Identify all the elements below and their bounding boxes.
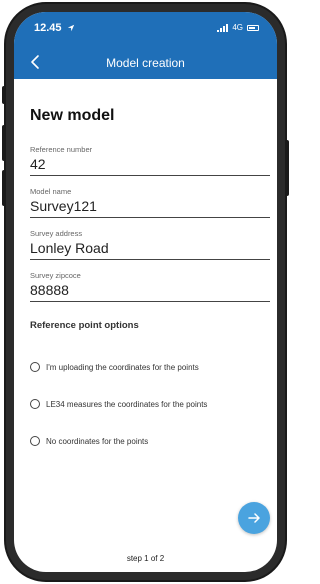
model-name-input[interactable]: Survey121 [30,196,270,218]
survey-address-label: Survey address [30,229,83,238]
battery-icon [247,24,259,31]
survey-address-field[interactable]: Survey address Lonley Road [30,229,270,260]
phone-screen: 12.45 4G Model creation New model Refere… [14,12,277,572]
radio-button[interactable] [30,436,40,446]
survey-address-input[interactable]: Lonley Road [30,238,270,260]
network-label: 4G [232,23,243,32]
survey-zipcode-field[interactable]: Survey zipcoce 88888 [30,271,270,302]
survey-zipcode-label: Survey zipcoce [30,271,81,280]
survey-zipcode-input[interactable]: 88888 [30,280,270,302]
location-arrow-icon [67,24,74,32]
option-upload-coordinates[interactable]: I'm uploading the coordinates for the po… [30,362,270,372]
radio-button[interactable] [30,362,40,372]
reference-number-label: Reference number [30,145,93,154]
status-bar: 12.45 4G [14,12,277,36]
status-indicators: 4G [217,23,259,32]
status-time-text: 12.45 [34,22,62,34]
signal-icon [217,23,229,32]
phone-volume-up-button [2,125,6,161]
option-label: LE34 measures the coordinates for the po… [46,399,208,409]
step-indicator: step 1 of 2 [126,554,165,563]
phone-volume-down-button [2,170,6,206]
form-content: New model Reference number 42 Model name… [14,79,277,572]
status-time: 12.45 [34,22,75,34]
reference-options-title: Reference point options [30,320,139,331]
option-le34-measures[interactable]: LE34 measures the coordinates for the po… [30,399,270,409]
arrow-right-icon [248,513,260,523]
model-name-label: Model name [30,187,72,196]
page-title: Model creation [106,56,185,70]
reference-number-field[interactable]: Reference number 42 [30,145,270,176]
option-label: I'm uploading the coordinates for the po… [46,362,199,372]
reference-number-input[interactable]: 42 [30,154,270,176]
phone-side-button [2,86,6,104]
option-label: No coordinates for the points [46,436,149,446]
app-header: 12.45 4G Model creation [14,12,277,79]
phone-power-button [285,140,289,196]
model-name-field[interactable]: Model name Survey121 [30,187,270,218]
next-button[interactable] [238,502,270,534]
option-no-coordinates[interactable]: No coordinates for the points [30,436,270,446]
form-heading: New model [30,107,115,124]
radio-button[interactable] [30,399,40,409]
